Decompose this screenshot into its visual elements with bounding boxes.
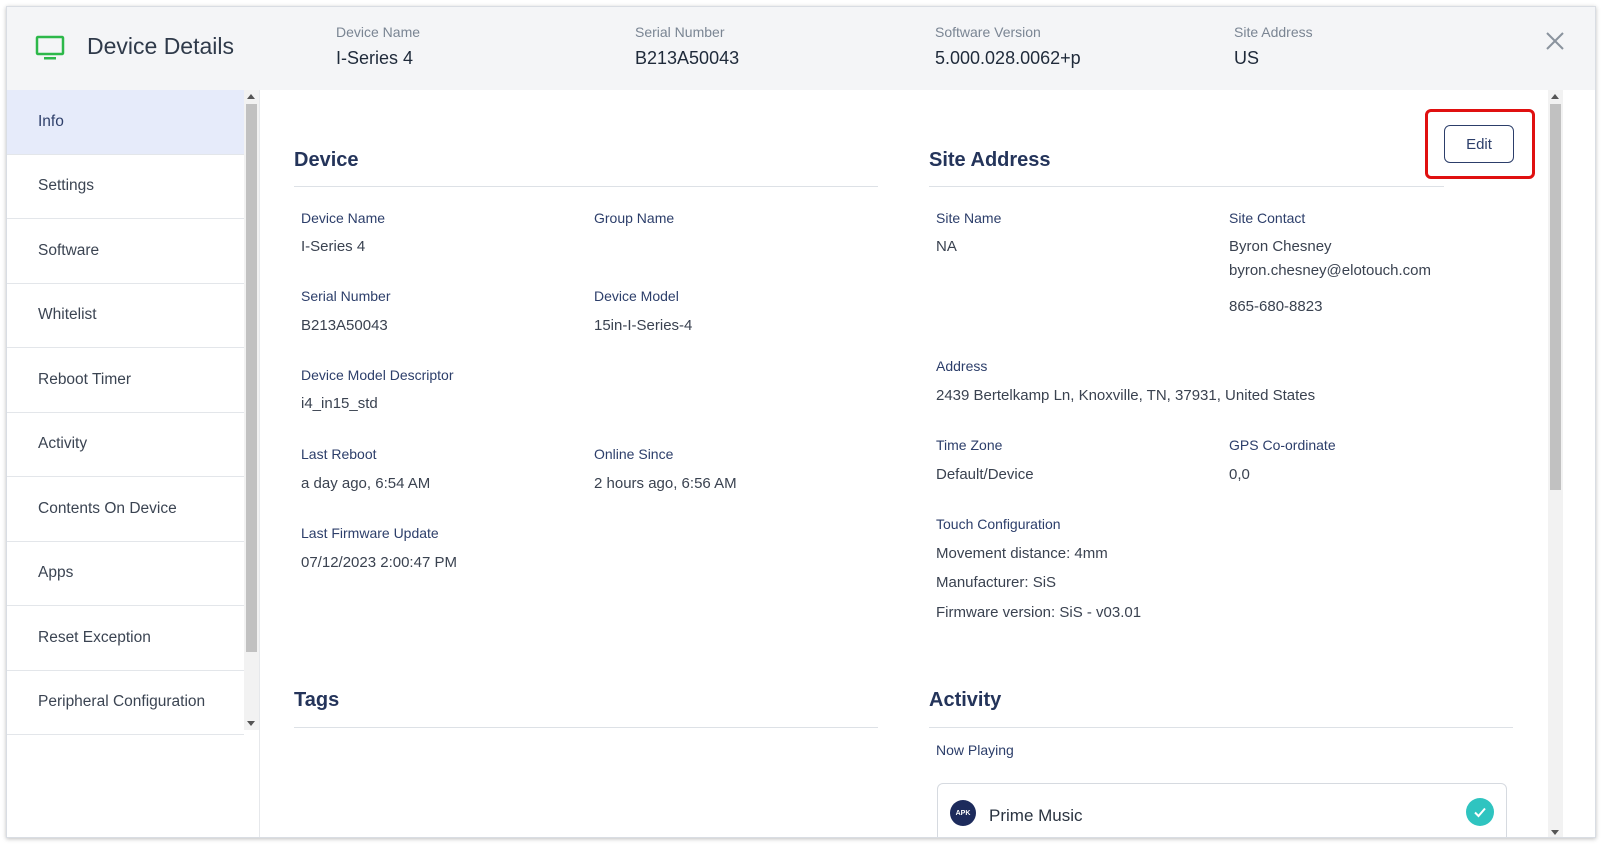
monitor-icon bbox=[35, 35, 65, 60]
edit-button[interactable]: Edit bbox=[1444, 125, 1514, 163]
device-details-window: Device Details Device Name I-Series 4 Se… bbox=[6, 6, 1596, 838]
sidebar-item-activity[interactable]: Activity bbox=[7, 413, 244, 477]
sidebar-item-settings[interactable]: Settings bbox=[7, 155, 244, 219]
last-firmware-label: Last Firmware Update bbox=[301, 525, 439, 541]
sidebar-item-apps[interactable]: Apps bbox=[7, 542, 244, 606]
activity-section-title: Activity bbox=[929, 689, 1002, 711]
site-address-section-title: Site Address bbox=[929, 149, 1051, 171]
device-model-value: 15in-I-Series-4 bbox=[594, 317, 693, 334]
sidebar-item-peripheral-configuration[interactable]: Peripheral Configuration bbox=[7, 671, 244, 735]
device-section-title: Device bbox=[294, 149, 359, 171]
main-scroll-up-icon[interactable] bbox=[1551, 94, 1559, 99]
check-icon bbox=[1466, 798, 1494, 826]
app-name: Prime Music bbox=[989, 806, 1083, 825]
main-scroll-down-icon[interactable] bbox=[1551, 830, 1559, 835]
touch-configuration-label: Touch Configuration bbox=[936, 516, 1061, 532]
address-label: Address bbox=[936, 358, 988, 374]
header-site-address: Site Address US bbox=[1234, 24, 1313, 68]
serial-number-value: B213A50043 bbox=[301, 317, 388, 334]
site-name-label: Site Name bbox=[936, 210, 1002, 226]
header-serial-number: Serial Number B213A50043 bbox=[635, 24, 740, 68]
time-zone-value: Default/Device bbox=[936, 466, 1034, 483]
gps-value: 0,0 bbox=[1229, 466, 1250, 483]
sidebar-item-contents-on-device[interactable]: Contents On Device bbox=[7, 477, 244, 542]
scroll-up-icon[interactable] bbox=[247, 94, 255, 99]
scroll-down-icon[interactable] bbox=[247, 721, 255, 726]
model-descriptor-label: Device Model Descriptor bbox=[301, 367, 454, 383]
device-model-label: Device Model bbox=[594, 288, 679, 304]
time-zone-label: Time Zone bbox=[936, 437, 1003, 453]
device-section-divider bbox=[294, 186, 878, 187]
model-descriptor-value: i4_in15_std bbox=[301, 395, 378, 412]
sidebar-item-software[interactable]: Software bbox=[7, 219, 244, 284]
contact-email-value: byron.chesney@elotouch.com bbox=[1229, 262, 1432, 279]
touch-manufacturer-value: Manufacturer: SiS bbox=[936, 574, 1057, 591]
contact-phone-value: 865-680-8823 bbox=[1229, 298, 1323, 315]
sidebar-item-info[interactable]: Info bbox=[7, 90, 244, 155]
main-scrollbar[interactable] bbox=[1548, 90, 1563, 837]
touch-firmware-value: Firmware version: SiS - v03.01 bbox=[936, 604, 1142, 621]
last-firmware-value: 07/12/2023 2:00:47 PM bbox=[301, 554, 457, 571]
header-software-version: Software Version 5.000.028.0062+p bbox=[935, 24, 1081, 68]
sidebar-item-reset-exception[interactable]: Reset Exception bbox=[7, 606, 244, 671]
address-value: 2439 Bertelkamp Ln, Knoxville, TN, 37931… bbox=[936, 387, 1316, 404]
group-name-label: Group Name bbox=[594, 210, 675, 226]
sidebar-scroll-thumb[interactable] bbox=[246, 104, 257, 652]
device-name-value: I-Series 4 bbox=[301, 238, 366, 255]
now-playing-label: Now Playing bbox=[936, 742, 1014, 758]
serial-number-label: Serial Number bbox=[301, 288, 391, 304]
device-name-label: Device Name bbox=[301, 210, 386, 226]
tags-section-title: Tags bbox=[294, 689, 340, 711]
site-section-divider bbox=[929, 186, 1444, 187]
close-icon[interactable] bbox=[1543, 29, 1567, 53]
header-device-name: Device Name I-Series 4 bbox=[336, 24, 421, 68]
sidebar-scrollbar[interactable] bbox=[244, 90, 259, 730]
site-contact-label: Site Contact bbox=[1229, 210, 1306, 226]
now-playing-app-card[interactable]: APK Prime Music bbox=[937, 783, 1507, 837]
contact-name-value: Byron Chesney bbox=[1229, 238, 1332, 255]
sidebar-nav: Info Settings Software Whitelist Reboot … bbox=[7, 90, 244, 735]
last-reboot-label: Last Reboot bbox=[301, 446, 377, 462]
online-since-value: 2 hours ago, 6:56 AM bbox=[594, 475, 737, 492]
touch-movement-value: Movement distance: 4mm bbox=[936, 545, 1108, 562]
gps-label: GPS Co-ordinate bbox=[1229, 437, 1336, 453]
tags-section-divider bbox=[294, 727, 878, 728]
apk-icon: APK bbox=[950, 800, 976, 826]
online-since-label: Online Since bbox=[594, 446, 674, 462]
main-content: Device Device Name I-Series 4 Group Name… bbox=[260, 90, 1548, 837]
sidebar-item-whitelist[interactable]: Whitelist bbox=[7, 284, 244, 348]
header-bar: Device Details Device Name I-Series 4 Se… bbox=[7, 7, 1595, 90]
last-reboot-value: a day ago, 6:54 AM bbox=[301, 475, 431, 492]
activity-section-divider bbox=[929, 727, 1513, 728]
main-scroll-thumb[interactable] bbox=[1550, 104, 1561, 490]
site-name-value: NA bbox=[936, 238, 957, 255]
sidebar-item-reboot-timer[interactable]: Reboot Timer bbox=[7, 348, 244, 413]
page-title: Device Details bbox=[87, 33, 234, 59]
